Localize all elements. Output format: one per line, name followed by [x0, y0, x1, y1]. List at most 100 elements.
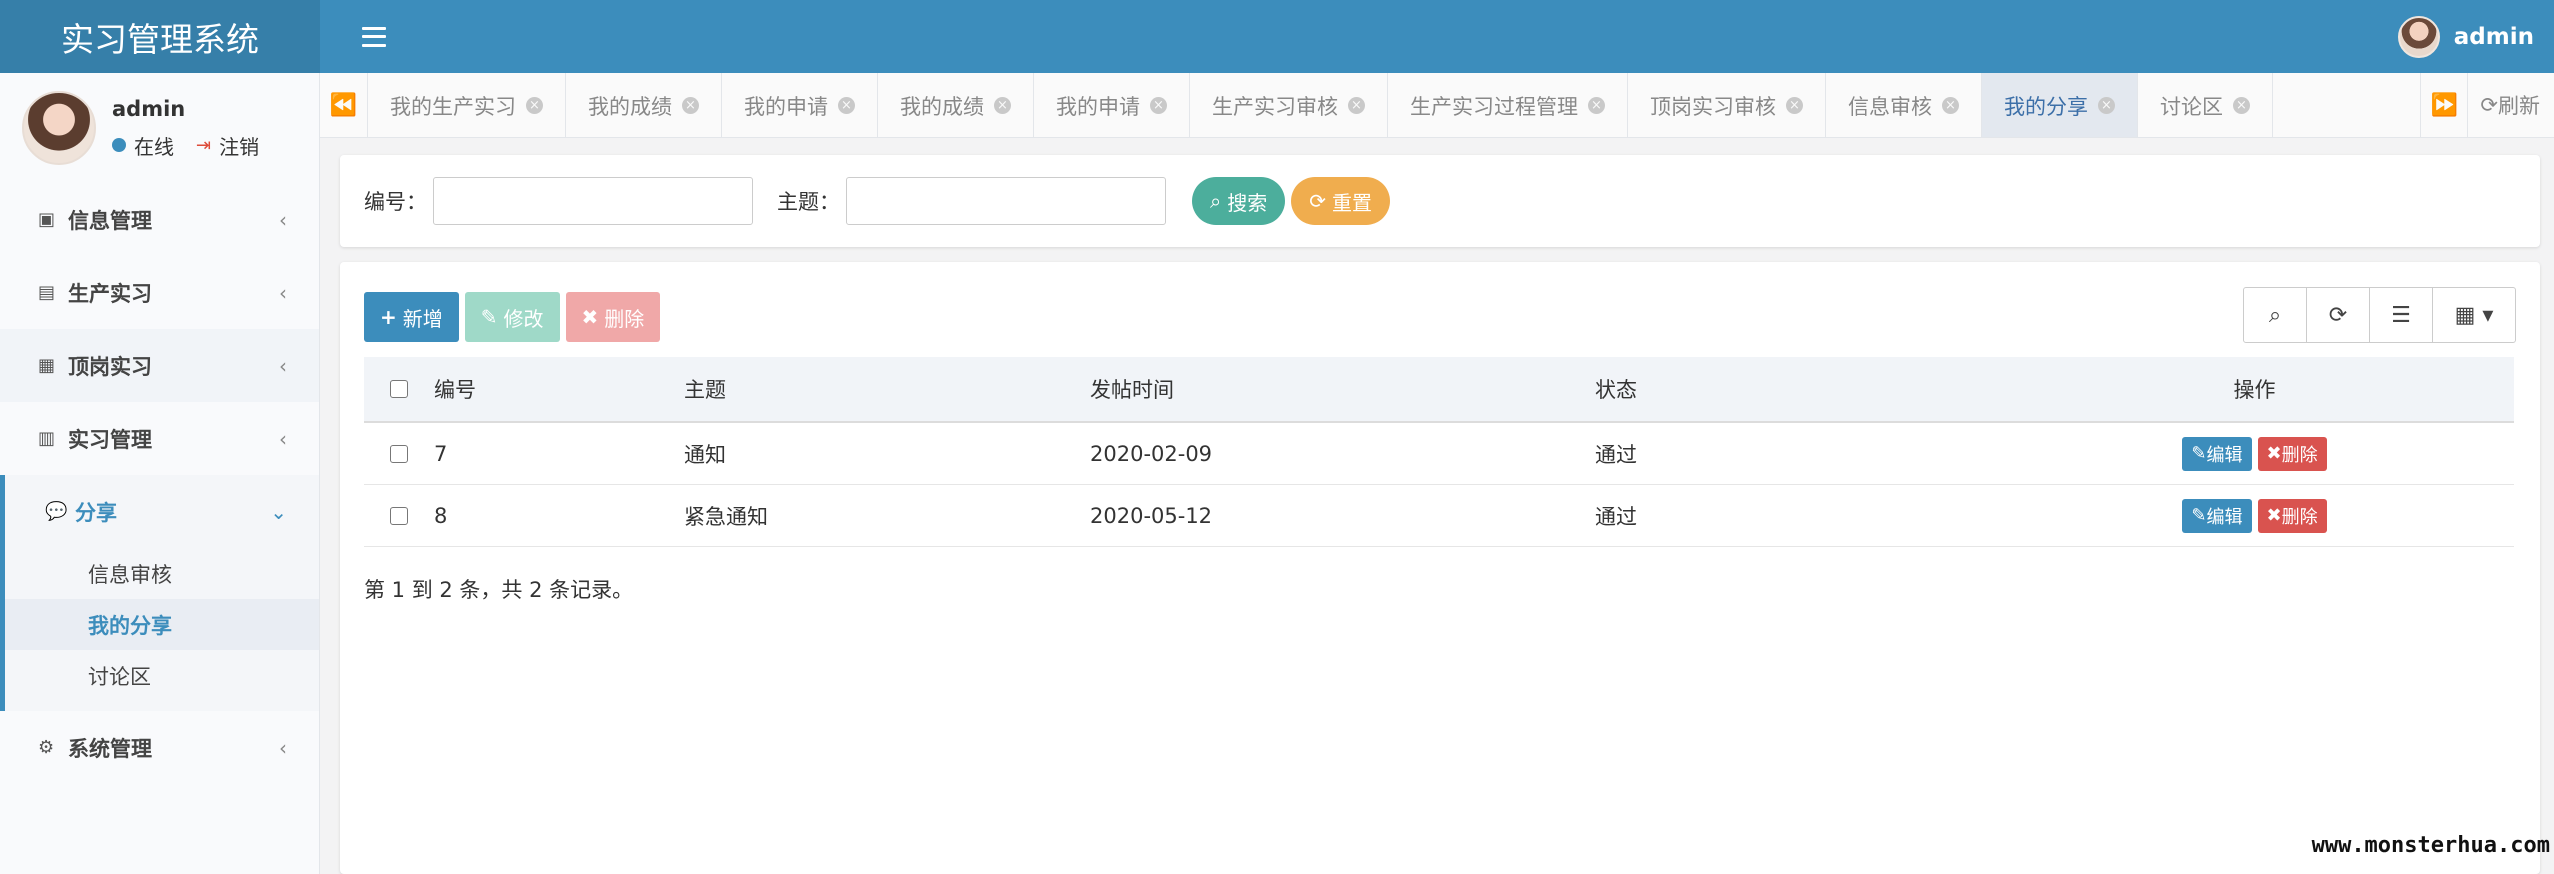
id-badge-icon: ▣ [38, 209, 56, 230]
sidebar-item-post-internship[interactable]: ▦ 顶岗实习 ‹ [0, 329, 319, 402]
sidebar-item-system-manage[interactable]: ⚙ 系统管理 ‹ [0, 711, 319, 784]
cell-id: 8 [434, 503, 448, 528]
sidebar-item-info-manage[interactable]: ▣ 信息管理 ‹ [0, 183, 319, 256]
table-search-icon[interactable]: ⌕ [2244, 288, 2307, 342]
sidebar-subitem-info-review[interactable]: 信息审核 [5, 548, 319, 599]
cell-time: 2020-05-12 [1090, 503, 1213, 528]
row-delete-button[interactable]: ✖ 删除 [2257, 436, 2327, 471]
tab-label: 我的成绩 [900, 94, 984, 119]
sidebar-item-production-internship[interactable]: ▤ 生产实习 ‹ [0, 256, 319, 329]
close-icon[interactable]: × [1942, 97, 1959, 114]
online-dot-icon [112, 138, 126, 152]
logout-icon[interactable]: ⇥ [196, 135, 211, 156]
share-submenu: 信息审核 我的分享 讨论区 [5, 548, 319, 711]
chevron-down-icon: ⌄ [270, 499, 287, 524]
table-tools: ⌕ ⟳ ☰ ▦ ▾ [2243, 287, 2516, 343]
table-panel: + 新增 ✎ 修改 ✖ 删除 ⌕ ⟳ ☰ ▦ ▾ 编号 主题 发帖时间 状态 操… [340, 262, 2540, 874]
tab-production-review[interactable]: 生产实习审核 × [1190, 73, 1388, 137]
menu-toggle-icon[interactable] [362, 26, 386, 47]
add-button[interactable]: + 新增 [364, 292, 459, 342]
tab-label: 生产实习过程管理 [1410, 94, 1578, 119]
close-icon[interactable]: × [1150, 97, 1167, 114]
sidebar: admin 在线 ⇥ 注销 ▣ 信息管理 ‹ ▤ 生产实习 ‹ ▦ 顶岗实习 ‹… [0, 73, 320, 874]
top-header: admin [320, 0, 2554, 73]
chevron-left-icon: ‹ [279, 353, 287, 378]
row-select-cell [364, 506, 434, 525]
cell-subject: 通知 [684, 442, 726, 467]
chevron-left-icon: ‹ [279, 735, 287, 760]
gear-icon: ⚙ [38, 737, 55, 758]
tab-my-share[interactable]: 我的分享 × [1982, 73, 2138, 137]
tab-post-review[interactable]: 顶岗实习审核 × [1628, 73, 1826, 137]
close-icon[interactable]: × [2098, 97, 2115, 114]
reset-button[interactable]: ⟳ 重置 [1291, 177, 1390, 225]
close-icon[interactable]: × [994, 97, 1011, 114]
row-checkbox[interactable] [390, 444, 408, 463]
chevron-left-icon: ‹ [279, 426, 287, 451]
search-button[interactable]: ⌕ 搜索 [1192, 177, 1286, 225]
cell-status: 通过 [1595, 442, 1637, 467]
sidebar-subitem-my-share[interactable]: 我的分享 [5, 599, 319, 650]
address-card-icon: ▦ [38, 355, 56, 376]
row-delete-button[interactable]: ✖ 删除 [2257, 498, 2327, 533]
row-edit-button[interactable]: ✎ 编辑 [2182, 436, 2252, 471]
refresh-button[interactable]: ⟳ 刷新 [2468, 90, 2554, 120]
sidebar-item-internship-manage[interactable]: ▥ 实习管理 ‹ [0, 402, 319, 475]
tab-my-grades-2[interactable]: 我的成绩 × [878, 73, 1034, 137]
tabs-scroll-right-icon[interactable]: ⏩ [2420, 72, 2469, 138]
tab-label: 我的成绩 [588, 94, 672, 119]
sidebar-menu: ▣ 信息管理 ‹ ▤ 生产实习 ‹ ▦ 顶岗实习 ‹ ▥ 实习管理 ‹ � [0, 183, 319, 784]
col-header-time[interactable]: 发帖时间 [1090, 374, 1595, 404]
header-username: admin [2453, 23, 2534, 50]
tabs-scroll-left-icon[interactable]: ⏪ [320, 73, 368, 137]
sidebar-item-share[interactable]: 💬 分享 ⌄ [5, 475, 319, 548]
col-header-status[interactable]: 状态 [1595, 374, 1995, 404]
close-icon[interactable]: × [2233, 97, 2250, 114]
close-icon[interactable]: × [1348, 97, 1365, 114]
header-user-menu[interactable]: admin [2397, 15, 2534, 58]
tab-discussion[interactable]: 讨论区 × [2138, 73, 2273, 137]
id-label: 编号： [364, 190, 427, 214]
vcard-icon: ▥ [38, 428, 56, 449]
tab-my-grades[interactable]: 我的成绩 × [566, 73, 722, 137]
row-checkbox[interactable] [390, 506, 408, 525]
tab-my-production-internship[interactable]: 我的生产实习 × [368, 73, 566, 137]
table-toggle-view-icon[interactable]: ☰ [2370, 288, 2433, 342]
edit-icon: ✎ [480, 305, 498, 329]
tab-my-application[interactable]: 我的申请 × [722, 73, 878, 137]
edit-button[interactable]: ✎ 修改 [464, 292, 560, 342]
close-icon[interactable]: × [526, 97, 543, 114]
columns-dropdown-icon[interactable]: ▦ ▾ [2433, 288, 2515, 342]
tab-list: 我的生产实习 × 我的成绩 × 我的申请 × 我的成绩 × 我的申请 × 生产实习审核 × … [368, 73, 2420, 137]
comment-icon: 💬 [45, 501, 68, 522]
select-all-checkbox[interactable] [390, 380, 408, 398]
table-refresh-icon[interactable]: ⟳ [2307, 288, 2370, 342]
subject-input[interactable] [846, 177, 1166, 225]
times-icon: ✖ [581, 305, 599, 329]
row-edit-label: 编辑 [2206, 444, 2243, 466]
sidebar-subitem-discussion[interactable]: 讨论区 [5, 650, 319, 701]
row-edit-button[interactable]: ✎ 编辑 [2182, 498, 2252, 533]
tab-production-process[interactable]: 生产实习过程管理 × [1388, 73, 1628, 137]
add-button-label: 新增 [402, 306, 443, 331]
tab-label: 我的申请 [1056, 94, 1140, 119]
close-icon[interactable]: × [1588, 97, 1605, 114]
id-input[interactable] [433, 177, 753, 225]
row-edit-label: 编辑 [2206, 506, 2243, 528]
delete-button[interactable]: ✖ 删除 [565, 292, 661, 342]
app-logo-title[interactable]: 实习管理系统 [0, 0, 320, 73]
col-header-subject[interactable]: 主题 [684, 374, 1090, 404]
tab-info-review[interactable]: 信息审核 × [1826, 73, 1982, 137]
plus-icon: + [380, 305, 397, 329]
tab-my-application-2[interactable]: 我的申请 × [1034, 73, 1190, 137]
logout-link[interactable]: 注销 [219, 131, 259, 160]
close-icon[interactable]: × [1786, 97, 1803, 114]
col-header-id[interactable]: 编号 [434, 374, 684, 404]
subject-label: 主题： [777, 190, 840, 214]
close-icon[interactable]: × [682, 97, 699, 114]
tab-label: 信息审核 [1848, 94, 1932, 119]
user-status: 在线 ⇥ 注销 [112, 131, 259, 160]
sidebar-group-share: 💬 分享 ⌄ 信息审核 我的分享 讨论区 [0, 475, 319, 711]
refresh-label: 刷新 [2498, 94, 2540, 118]
close-icon[interactable]: × [838, 97, 855, 114]
